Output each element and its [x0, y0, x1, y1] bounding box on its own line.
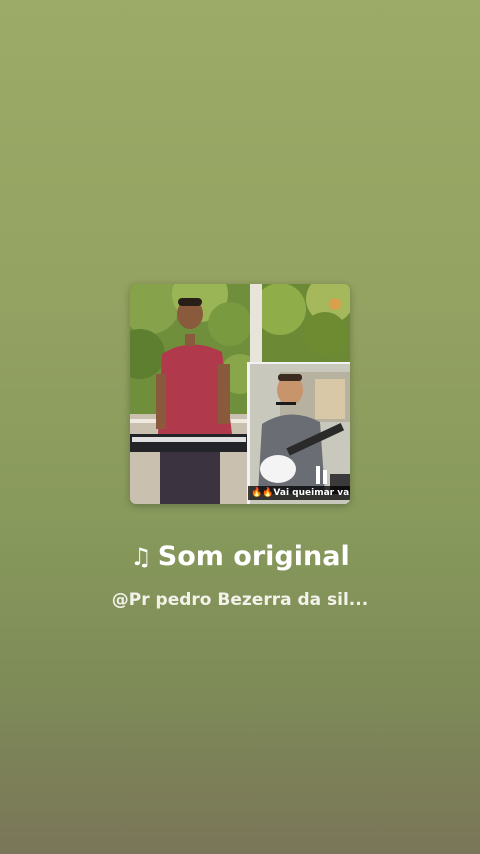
sound-author-link[interactable]: @Pr pedro Bezerra da sil... [0, 588, 480, 612]
sound-cover-image[interactable]: 🔥🔥Vai queimar va [130, 284, 350, 504]
sound-title[interactable]: ♫ Som original [0, 537, 480, 577]
cover-photo [130, 284, 350, 504]
cover-caption: 🔥🔥Vai queimar va [248, 486, 350, 500]
music-note-icon: ♫ [130, 543, 152, 571]
sound-title-text: Som original [157, 541, 350, 572]
